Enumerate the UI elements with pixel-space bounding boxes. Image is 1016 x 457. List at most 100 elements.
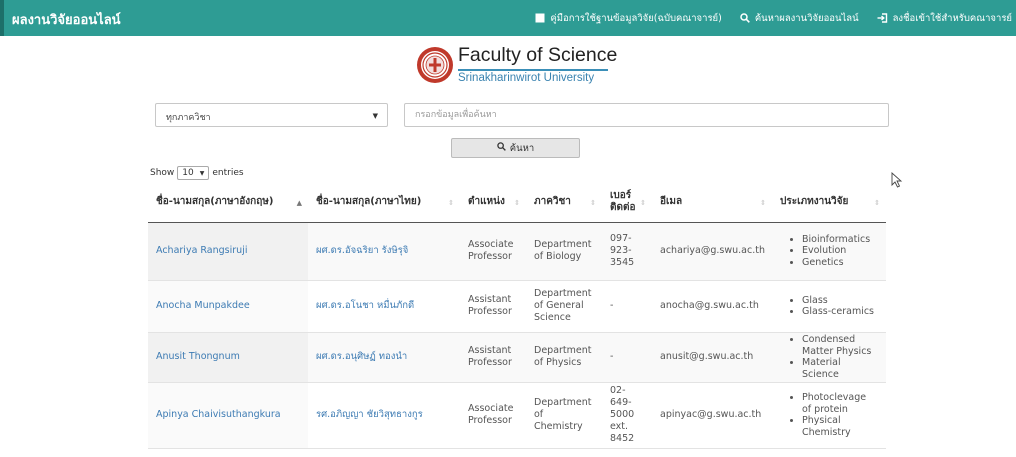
table-row: Achariya Rangsiruji ผศ.ดร.อัจฉริยา รังษิ… <box>148 222 886 281</box>
cell-position: Associate Professor <box>460 222 526 281</box>
cell-phone: 02-649-5000 ext. 8452 <box>602 382 652 449</box>
research-list: BioinformaticsEvolutionGenetics <box>780 234 878 269</box>
research-item: Material Science <box>802 357 878 380</box>
researcher-link-th[interactable]: รศ.อภิญญา ชัยวิสุทธางกูร <box>316 409 423 420</box>
research-item: Physical Chemistry <box>802 415 878 438</box>
cell-name-th: ผศ.ดร.อโนชา หมื่นภักดี <box>308 280 460 333</box>
search-icon <box>740 13 750 23</box>
cell-email: achariya@g.swu.ac.th <box>652 222 772 281</box>
research-item: Glass-ceramics <box>802 306 878 318</box>
search-button-label: ค้นหา <box>509 142 535 154</box>
faculty-logo: Faculty of Science Srinakharinwirot Univ… <box>412 42 622 88</box>
cell-name-th: ผศ.ดร.อนุศิษฏ์ ทองนำ <box>308 332 460 383</box>
col-header-department[interactable]: ภาควิชา ⇕ <box>526 182 602 223</box>
table-header-row: ชื่อ-นามสกุล(ภาษาอังกฤษ) ▲ ชื่อ-นามสกุล(ภ… <box>148 182 886 223</box>
cell-phone: - <box>602 280 652 333</box>
sort-icon: ⇕ <box>514 199 520 207</box>
cell-email: anusit@g.swu.ac.th <box>652 332 772 383</box>
cell-phone: - <box>602 332 652 383</box>
cell-research: Condensed Matter PhysicsMaterial Science <box>772 332 886 383</box>
researcher-link[interactable]: Anusit Thongnum <box>156 351 240 362</box>
cell-department: Department of Chemistry <box>526 382 602 449</box>
nav-manual-label: คู่มือการใช้ฐานข้อมูลวิจัย(ฉบับคณาจารย์) <box>550 12 722 24</box>
cell-name-en: Anusit Thongnum <box>148 332 308 383</box>
nav-login-link[interactable]: ลงชื่อเข้าใช้สำหรับคณาจารย์ <box>877 11 1012 26</box>
length-show-label: Show <box>150 168 175 178</box>
cell-research: BioinformaticsEvolutionGenetics <box>772 222 886 281</box>
login-icon <box>877 13 888 23</box>
col-header-research[interactable]: ประเภทงานวิจัย ⇕ <box>772 182 886 223</box>
logo-underline <box>458 69 608 71</box>
university-seal-icon <box>417 47 453 83</box>
length-entries-label: entries <box>212 168 244 178</box>
research-list: Condensed Matter PhysicsMaterial Science <box>780 334 878 380</box>
research-table: ชื่อ-นามสกุล(ภาษาอังกฤษ) ▲ ชื่อ-นามสกุล(ภ… <box>148 182 886 449</box>
site-brand[interactable]: ผลงานวิจัยออนไลน์ <box>12 9 121 30</box>
cell-name-en: Anocha Munpakdee <box>148 280 308 333</box>
table-row: Apinya Chaivisuthangkura รศ.อภิญญา ชัยวิ… <box>148 382 886 449</box>
cell-research: GlassGlass-ceramics <box>772 280 886 333</box>
researcher-link[interactable]: Apinya Chaivisuthangkura <box>156 409 281 420</box>
top-navbar: ผลงานวิจัยออนไลน์ คู่มือการใช้ฐานข้อมูลว… <box>0 0 1016 36</box>
entries-length-control: Show 10 ▼ entries <box>150 166 244 180</box>
researcher-link-th[interactable]: ผศ.ดร.อัจฉริยา รังษิรุจิ <box>316 245 408 256</box>
research-item: Glass <box>802 295 878 307</box>
chevron-down-icon: ▼ <box>372 112 378 120</box>
researcher-link-th[interactable]: ผศ.ดร.อโนชา หมื่นภักดี <box>316 300 414 311</box>
nav-links: คู่มือการใช้ฐานข้อมูลวิจัย(ฉบับคณาจารย์)… <box>535 0 1012 36</box>
research-list: GlassGlass-ceramics <box>780 295 878 318</box>
logo-title: Faculty of Science <box>458 44 618 66</box>
sort-icon: ⇕ <box>874 199 880 207</box>
book-icon <box>535 13 545 23</box>
sort-icon: ⇕ <box>640 199 646 207</box>
cell-research: Photoclevage of proteinPhysical Chemistr… <box>772 382 886 449</box>
sort-asc-icon: ▲ <box>296 199 302 207</box>
cell-department: Department of Biology <box>526 222 602 281</box>
research-item: Bioinformatics <box>802 234 878 246</box>
cell-position: Assistant Professor <box>460 332 526 383</box>
cell-name-en: Apinya Chaivisuthangkura <box>148 382 308 449</box>
nav-search-link[interactable]: ค้นหาผลงานวิจัยออนไลน์ <box>740 11 859 26</box>
chevron-down-icon: ▼ <box>199 169 205 177</box>
research-item: Photoclevage of protein <box>802 392 878 415</box>
research-item: Genetics <box>802 257 878 269</box>
sort-icon: ⇕ <box>590 199 596 207</box>
col-header-position[interactable]: ตำแหน่ง ⇕ <box>460 182 526 223</box>
cell-name-en: Achariya Rangsiruji <box>148 222 308 281</box>
table-row: Anocha Munpakdee ผศ.ดร.อโนชา หมื่นภักดี … <box>148 280 886 333</box>
search-icon <box>497 142 506 154</box>
nav-manual-link[interactable]: คู่มือการใช้ฐานข้อมูลวิจัย(ฉบับคณาจารย์) <box>535 11 722 26</box>
department-select[interactable]: ทุกภาควิชา ▼ <box>155 103 388 127</box>
cell-department: Department of Physics <box>526 332 602 383</box>
researcher-link[interactable]: Achariya Rangsiruji <box>156 245 247 256</box>
cell-department: Department of General Science <box>526 280 602 333</box>
researcher-link[interactable]: Anocha Munpakdee <box>156 300 250 311</box>
sort-icon: ⇕ <box>448 199 454 207</box>
entries-select-value: 10 <box>182 168 194 178</box>
entries-select[interactable]: 10 ▼ <box>177 166 210 180</box>
research-item: Evolution <box>802 245 878 257</box>
col-header-phone[interactable]: เบอร์ติดต่อ ⇕ <box>602 182 652 223</box>
sort-icon: ⇕ <box>760 199 766 207</box>
cell-email: apinyac@g.swu.ac.th <box>652 382 772 449</box>
table-row: Anusit Thongnum ผศ.ดร.อนุศิษฏ์ ทองนำ Ass… <box>148 332 886 383</box>
researcher-link-th[interactable]: ผศ.ดร.อนุศิษฏ์ ทองนำ <box>316 351 407 362</box>
search-button[interactable]: ค้นหา <box>451 138 580 158</box>
col-header-name-th[interactable]: ชื่อ-นามสกุล(ภาษาไทย) ⇕ <box>308 182 460 223</box>
cell-name-th: รศ.อภิญญา ชัยวิสุทธางกูร <box>308 382 460 449</box>
mouse-cursor-icon <box>891 172 903 188</box>
research-item: Condensed Matter Physics <box>802 334 878 357</box>
research-list: Photoclevage of proteinPhysical Chemistr… <box>780 392 878 438</box>
cell-email: anocha@g.swu.ac.th <box>652 280 772 333</box>
nav-search-label: ค้นหาผลงานวิจัยออนไลน์ <box>754 12 859 24</box>
cell-position: Assistant Professor <box>460 280 526 333</box>
cell-position: Associate Professor <box>460 382 526 449</box>
col-header-name-en[interactable]: ชื่อ-นามสกุล(ภาษาอังกฤษ) ▲ <box>148 182 308 223</box>
nav-login-label: ลงชื่อเข้าใช้สำหรับคณาจารย์ <box>892 12 1012 24</box>
department-select-value: ทุกภาควิชา <box>166 113 211 123</box>
cell-phone: 097-923-3545 <box>602 222 652 281</box>
col-header-email[interactable]: อีเมล ⇕ <box>652 182 772 223</box>
search-input[interactable] <box>404 103 889 127</box>
logo-subtitle: Srinakharinwirot University <box>458 72 595 84</box>
cell-name-th: ผศ.ดร.อัจฉริยา รังษิรุจิ <box>308 222 460 281</box>
